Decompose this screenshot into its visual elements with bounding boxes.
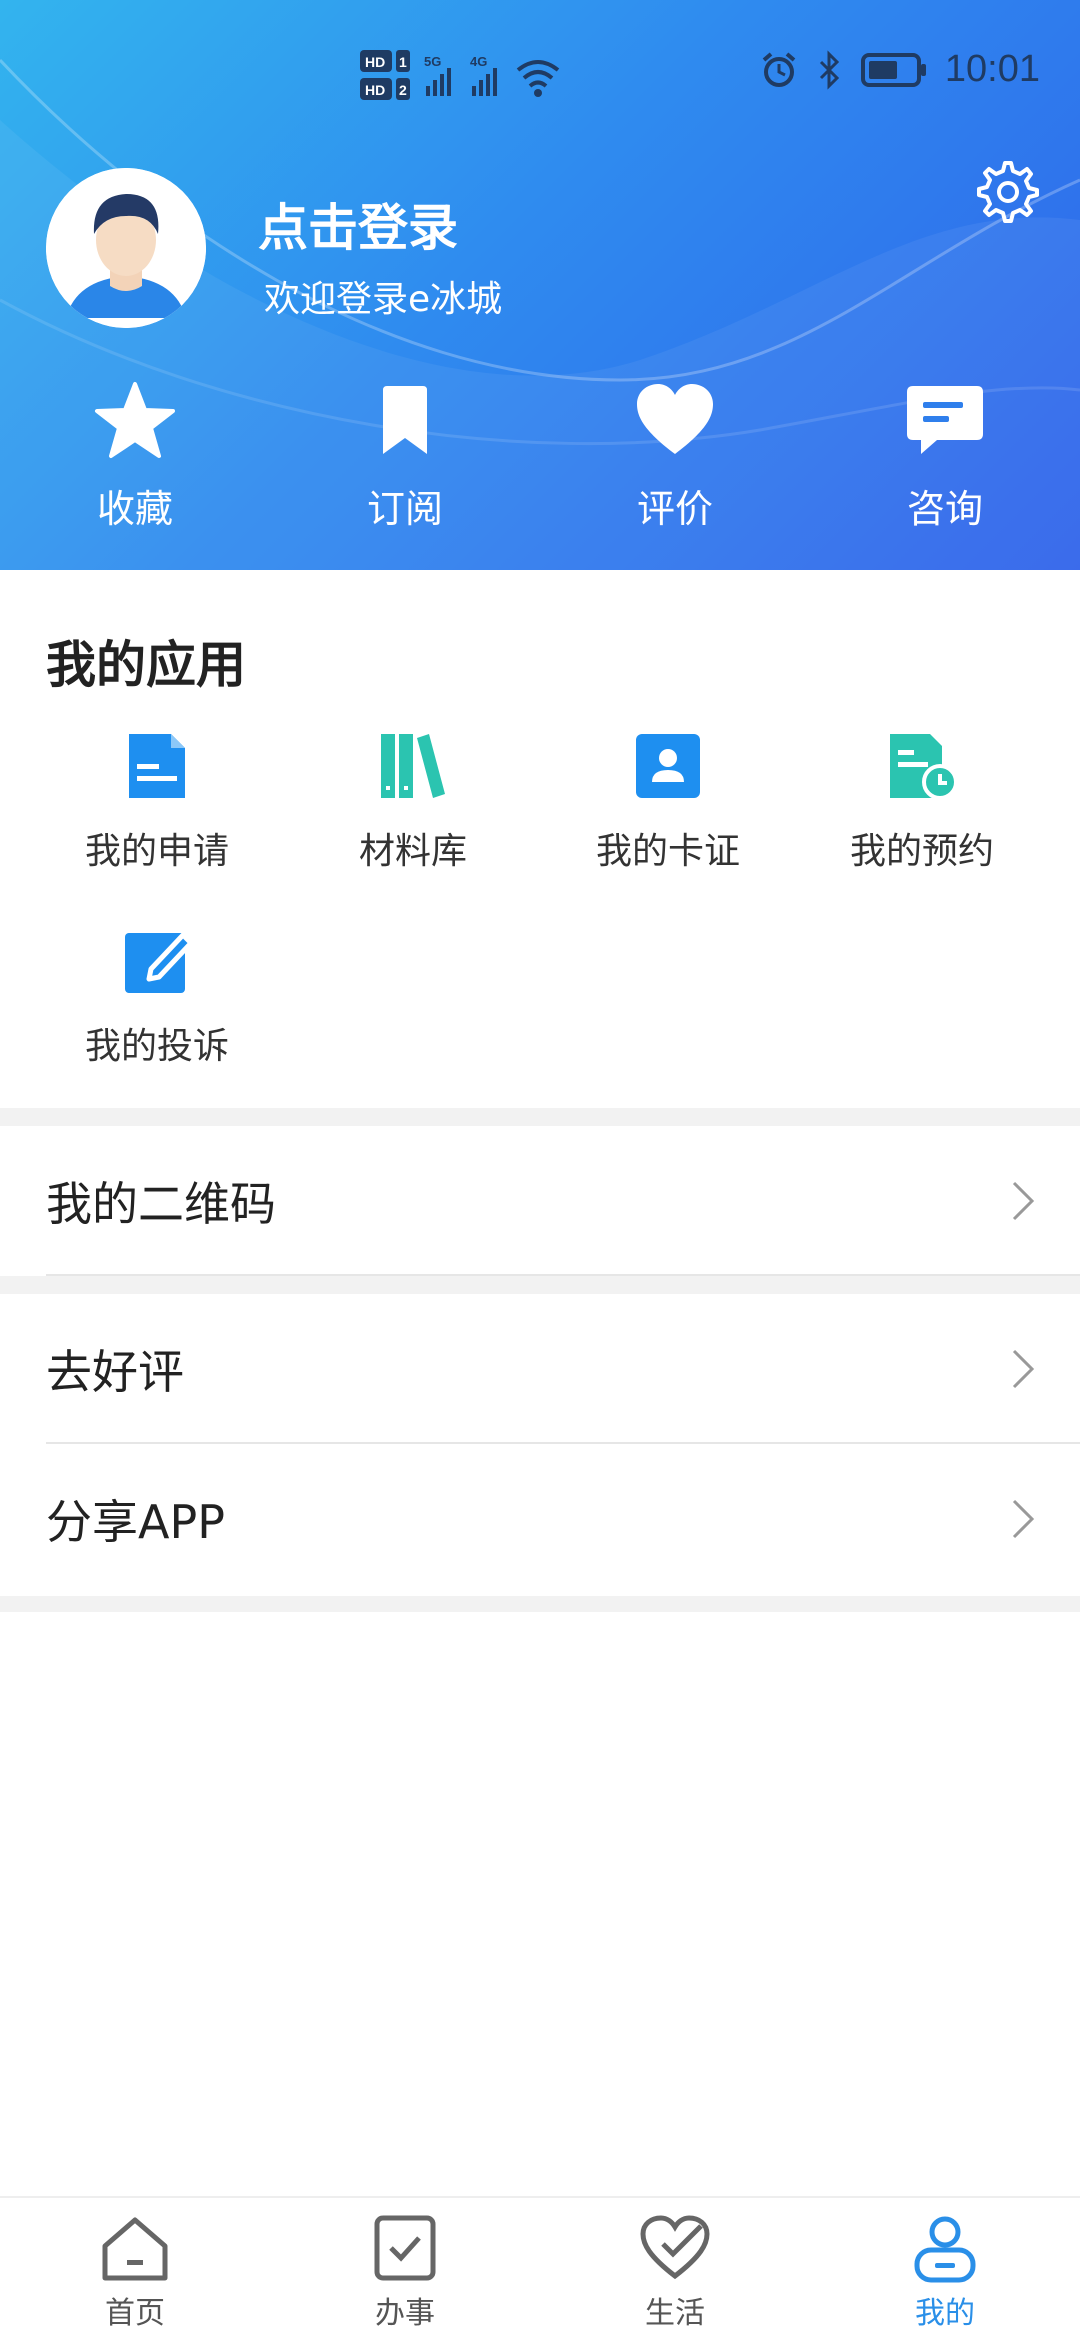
chevron-right-icon: [1012, 1349, 1035, 1389]
section-gap: [0, 1108, 1080, 1126]
status-bar: HD 1 HD 2 5G 4G 10:01: [0, 40, 1080, 120]
signal-icon: HD 1 HD 2 5G 4G: [360, 50, 560, 100]
edit-icon: [125, 932, 193, 993]
checkbox-icon: [374, 2215, 436, 2281]
quick-action-label: 收藏: [96, 487, 173, 531]
nav-life[interactable]: 生活: [540, 2198, 810, 2340]
quick-action-favorites[interactable]: 收藏: [0, 380, 270, 540]
nav-label: 办事: [375, 2296, 435, 2331]
app-label: 我的预约: [849, 831, 994, 872]
mine-page: HD 1 HD 2 5G 4G 10:01 点击登录 欢迎登录e冰城 收藏 订阅…: [0, 0, 1080, 2340]
app-label: 我的申请: [84, 831, 229, 872]
nav-label: 首页: [105, 2296, 165, 2331]
login-subtitle: 欢迎登录e冰城: [264, 279, 503, 320]
battery-icon: [860, 52, 926, 87]
svg-text:4G: 4G: [470, 54, 487, 69]
quick-action-label: 评价: [636, 487, 713, 531]
status-right: 10:01: [759, 48, 1040, 91]
qrcode-row[interactable]: 我的二维码: [0, 1126, 1080, 1276]
app-label: 材料库: [358, 831, 467, 872]
login-title[interactable]: 点击登录: [258, 188, 458, 260]
quick-action-label: 订阅: [366, 487, 443, 531]
gear-icon: [977, 161, 1039, 223]
svg-text:HD: HD: [365, 54, 385, 70]
document-icon: [129, 734, 185, 798]
nav-services[interactable]: 办事: [270, 2198, 540, 2340]
chevron-right-icon: [1012, 1499, 1035, 1539]
books-icon: [381, 734, 445, 798]
quick-action-label: 咨询: [906, 487, 983, 531]
nav-label: 生活: [645, 2296, 705, 2331]
heart-icon: [637, 384, 713, 454]
quick-action-subscribe[interactable]: 订阅: [270, 380, 540, 540]
bluetooth-icon: [819, 49, 840, 90]
bookmark-icon: [383, 386, 427, 454]
share-app-row[interactable]: 分享APP: [0, 1444, 1080, 1594]
user-avatar-icon: [46, 168, 206, 328]
review-row[interactable]: 去好评: [0, 1294, 1080, 1444]
heart-check-icon: [640, 2215, 710, 2280]
app-my-cards[interactable]: 我的卡证: [538, 730, 798, 874]
svg-text:HD: HD: [365, 82, 385, 98]
nav-label: 我的: [915, 2296, 975, 2331]
qrcode-label: 我的二维码: [46, 1177, 276, 1231]
app-my-applications[interactable]: 我的申请: [27, 730, 287, 874]
nav-mine[interactable]: 我的: [810, 2198, 1080, 2340]
svg-text:2: 2: [399, 82, 407, 98]
chat-icon: [907, 386, 983, 454]
chevron-right-icon: [1012, 1181, 1035, 1221]
svg-text:1: 1: [399, 54, 407, 70]
review-label: 去好评: [46, 1345, 184, 1399]
star-icon: [95, 382, 175, 458]
id-card-icon: [636, 734, 700, 798]
settings-button[interactable]: [976, 160, 1040, 224]
network-indicators: HD 1 HD 2 5G 4G: [360, 48, 600, 112]
app-label: 我的投诉: [84, 1026, 229, 1067]
apps-section-title: 我的应用: [46, 636, 246, 694]
quick-action-review[interactable]: 评价: [540, 380, 810, 540]
app-label: 我的卡证: [595, 831, 740, 872]
home-icon: [102, 2217, 168, 2281]
alarm-icon: [762, 51, 796, 87]
section-gap: [0, 1276, 1080, 1294]
status-time: 10:01: [944, 48, 1040, 90]
nav-home[interactable]: 首页: [0, 2198, 270, 2340]
profile-header: HD 1 HD 2 5G 4G 10:01 点击登录 欢迎登录e冰城 收藏 订阅…: [0, 0, 1080, 570]
bottom-nav: 首页 办事 生活 我的: [0, 2196, 1080, 2340]
app-my-appointments[interactable]: 我的预约: [792, 730, 1052, 874]
svg-text:5G: 5G: [424, 54, 441, 69]
quick-actions: 收藏 订阅 评价 咨询: [0, 380, 1080, 540]
app-my-complaints[interactable]: 我的投诉: [27, 925, 287, 1069]
section-gap: [0, 1596, 1080, 1612]
quick-action-consult[interactable]: 咨询: [810, 380, 1080, 540]
app-materials[interactable]: 材料库: [283, 730, 543, 874]
appointment-icon: [890, 734, 958, 800]
user-icon: [914, 2216, 976, 2283]
share-app-label: 分享APP: [46, 1495, 225, 1549]
avatar[interactable]: [46, 168, 206, 328]
